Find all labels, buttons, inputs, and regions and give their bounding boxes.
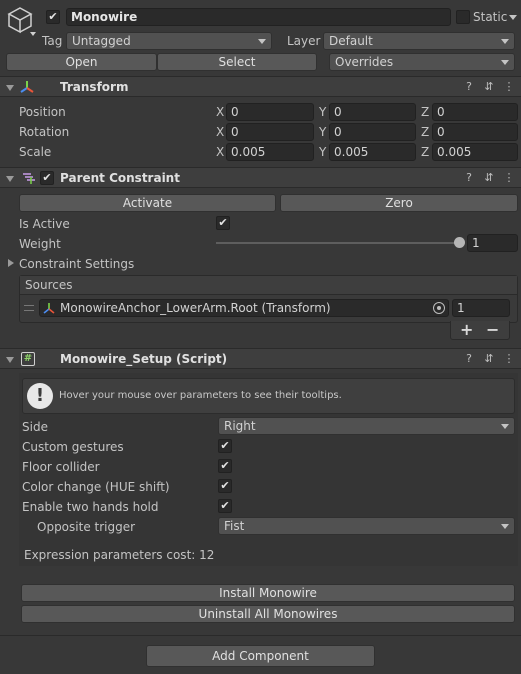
fold-arrow-icon[interactable] — [6, 357, 14, 363]
more-menu-icon[interactable]: ⋮ — [503, 353, 515, 365]
scale-y-label: Y — [319, 145, 327, 159]
list-buttons-panel — [450, 321, 510, 340]
fold-arrow-icon[interactable] — [6, 176, 14, 182]
color-change-label: Color change (HUE shift) — [22, 480, 170, 494]
rotation-x-label: X — [216, 125, 225, 139]
more-menu-icon[interactable]: ⋮ — [503, 172, 515, 184]
side-label: Side — [22, 420, 48, 434]
hint-box: ! Hover your mouse over parameters to se… — [22, 378, 515, 414]
scale-x-field[interactable]: 0.005 — [226, 143, 314, 161]
rotation-y-field[interactable]: 0 — [329, 123, 416, 141]
floor-collider-checkbox[interactable]: ✔ — [218, 459, 232, 473]
more-menu-icon[interactable]: ⋮ — [503, 81, 515, 93]
tag-dropdown[interactable]: Untagged — [66, 32, 272, 50]
sources-label: Sources — [25, 278, 73, 292]
info-icon: ! — [27, 383, 53, 409]
setup-script-header[interactable]: # Monowire_Setup (Script) ? ⇵ ⋮ — [0, 348, 521, 369]
position-y-label: Y — [319, 105, 327, 119]
weight-slider-track[interactable] — [216, 242, 460, 244]
position-z-field[interactable]: 0 — [432, 103, 518, 121]
layer-dropdown[interactable]: Default — [323, 32, 515, 50]
gameobject-icon[interactable] — [6, 6, 36, 36]
two-hands-hold-checkbox[interactable]: ✔ — [218, 499, 232, 513]
tag-label: Tag — [42, 34, 63, 48]
presets-icon[interactable]: ⇵ — [483, 81, 495, 93]
scale-z-label: Z — [421, 145, 430, 159]
install-monowire-button[interactable]: Install Monowire — [21, 584, 515, 602]
divider — [0, 635, 521, 636]
uninstall-all-monowires-button[interactable]: Uninstall All Monowires — [21, 605, 515, 623]
constraint-settings-arrow-icon[interactable] — [8, 259, 14, 267]
script-icon: # — [21, 352, 35, 366]
transform-title: Transform — [60, 80, 129, 94]
transform-icon — [43, 302, 55, 314]
color-change-checkbox[interactable]: ✔ — [218, 479, 232, 493]
parent-constraint-title: Parent Constraint — [60, 171, 180, 185]
constraint-enabled-checkbox[interactable]: ✔ — [40, 171, 54, 185]
opposite-trigger-dropdown[interactable]: Fist — [218, 517, 515, 535]
activate-button[interactable]: Activate — [19, 194, 276, 212]
rotation-x-field[interactable]: 0 — [226, 123, 314, 141]
position-x-label: X — [216, 105, 225, 119]
add-component-button[interactable]: Add Component — [146, 645, 375, 667]
parameters-cost-text: Expression parameters cost: 12 — [24, 548, 215, 562]
two-hands-hold-label: Enable two hands hold — [22, 500, 159, 514]
scale-x-label: X — [216, 145, 225, 159]
layer-label: Layer — [287, 34, 321, 48]
rotation-y-label: Y — [319, 125, 327, 139]
overrides-dropdown[interactable]: Overrides — [329, 53, 515, 71]
source-weight-field[interactable]: 1 — [452, 299, 510, 317]
drag-handle-icon[interactable] — [24, 305, 34, 311]
is-active-checkbox[interactable]: ✔ — [216, 216, 230, 230]
constraint-icon — [22, 171, 36, 185]
help-icon[interactable]: ? — [463, 353, 475, 365]
help-icon[interactable]: ? — [463, 172, 475, 184]
active-checkbox[interactable]: ✔ — [46, 10, 60, 24]
position-x-field[interactable]: 0 — [226, 103, 314, 121]
scale-y-field[interactable]: 0.005 — [329, 143, 416, 161]
custom-gestures-label: Custom gestures — [22, 440, 124, 454]
side-dropdown[interactable]: Right — [218, 417, 515, 435]
parent-constraint-header[interactable]: ✔ Parent Constraint ? ⇵ ⋮ — [0, 167, 521, 188]
presets-icon[interactable]: ⇵ — [483, 353, 495, 365]
opposite-trigger-label: Opposite trigger — [37, 520, 136, 534]
scale-z-field[interactable]: 0.005 — [432, 143, 518, 161]
custom-gestures-checkbox[interactable]: ✔ — [218, 439, 232, 453]
floor-collider-label: Floor collider — [22, 460, 100, 474]
select-prefab-button[interactable]: Select — [157, 53, 317, 71]
help-icon[interactable]: ? — [463, 81, 475, 93]
weight-field[interactable]: 1 — [467, 234, 518, 252]
position-y-field[interactable]: 0 — [329, 103, 416, 121]
add-source-button[interactable]: + — [460, 320, 473, 339]
sources-list: Sources MonowireAnchor_LowerArm.Root (Tr… — [19, 275, 518, 323]
transform-icon — [20, 80, 34, 94]
static-dropdown-arrow[interactable] — [509, 15, 517, 20]
object-picker-icon[interactable] — [433, 302, 445, 314]
setup-script-title: Monowire_Setup (Script) — [60, 352, 228, 366]
sources-list-header — [20, 276, 517, 295]
position-z-label: Z — [421, 105, 430, 119]
constraint-settings-label[interactable]: Constraint Settings — [19, 257, 134, 271]
hint-text: Hover your mouse over parameters to see … — [59, 390, 342, 401]
zero-button[interactable]: Zero — [280, 194, 518, 212]
weight-label: Weight — [19, 237, 61, 251]
scale-label: Scale — [19, 145, 52, 159]
static-label: Static — [473, 10, 508, 24]
weight-slider-thumb[interactable] — [454, 237, 465, 248]
remove-source-button[interactable]: − — [486, 320, 499, 339]
is-active-label: Is Active — [19, 217, 70, 231]
presets-icon[interactable]: ⇵ — [483, 172, 495, 184]
static-checkbox[interactable] — [456, 10, 470, 24]
fold-arrow-icon[interactable] — [6, 85, 14, 91]
source-object-field[interactable]: MonowireAnchor_LowerArm.Root (Transform) — [39, 299, 449, 317]
rotation-label: Rotation — [19, 125, 70, 139]
rotation-z-field[interactable]: 0 — [432, 123, 518, 141]
transform-header[interactable]: Transform ? ⇵ ⋮ — [0, 76, 521, 97]
position-label: Position — [19, 105, 66, 119]
object-name-field[interactable]: Monowire — [66, 8, 451, 26]
open-prefab-button[interactable]: Open — [6, 53, 157, 71]
rotation-z-label: Z — [421, 125, 430, 139]
